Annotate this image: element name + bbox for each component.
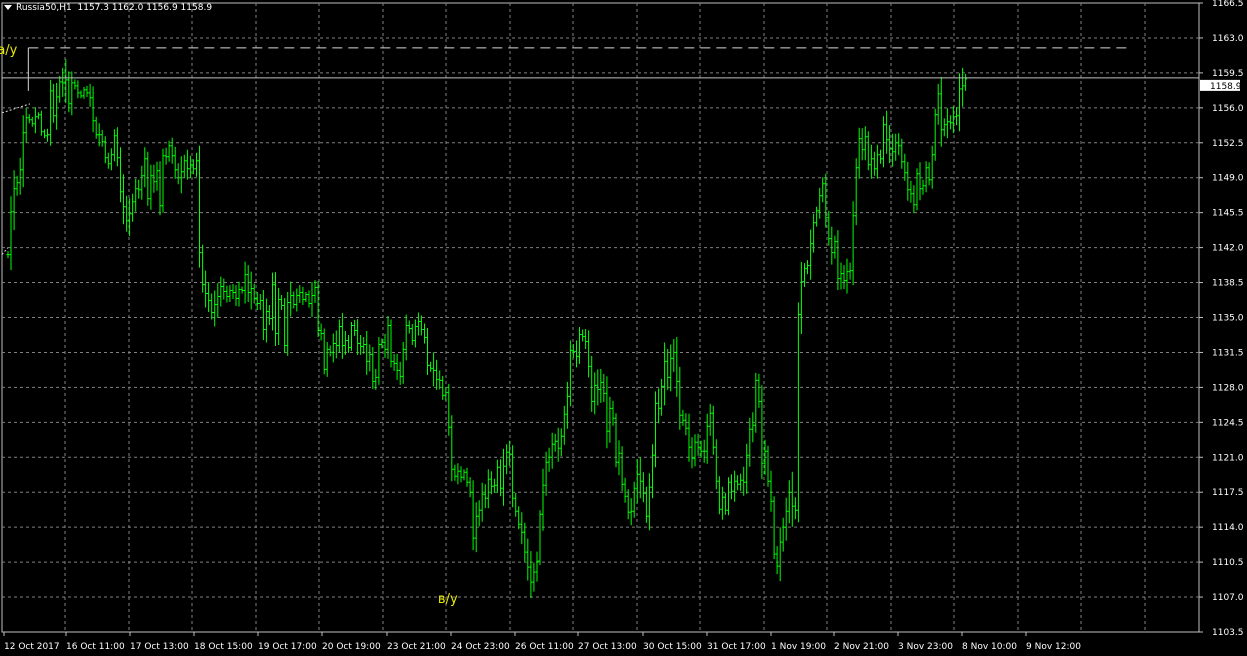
x-tick-label: 9 Nov 12:00 [1026,642,1081,652]
y-tick-label: 1121.0 [1212,453,1244,463]
y-tick-label: 1159.5 [1212,69,1244,79]
x-tick-label: 19 Oct 17:00 [258,642,317,652]
chart-background [0,0,1247,656]
x-tick-label: 20 Oct 19:00 [322,642,381,652]
x-tick-label: 17 Oct 13:00 [130,642,189,652]
y-tick-label: 1103.5 [1212,628,1244,638]
x-tick-label: 31 Oct 17:00 [707,642,766,652]
chart-header: Russia50,H1 1157.3 1162.0 1156.9 1158.9 [4,3,212,13]
y-tick-label: 1124.5 [1212,418,1244,428]
y-tick-label: 1135.0 [1212,314,1244,324]
y-tick-label: 1117.5 [1212,488,1244,498]
y-tick-label: 1110.5 [1212,558,1244,568]
x-tick-label: 8 Nov 10:00 [962,642,1017,652]
y-tick-label: 1166.5 [1212,0,1244,9]
current-price-label: 1158.9 [1210,82,1242,92]
y-tick-label: 1138.5 [1212,279,1244,289]
y-tick-label: 1145.5 [1212,209,1244,219]
x-tick-label: 3 Nov 23:00 [898,642,953,652]
x-tick-label: 26 Oct 11:00 [515,642,574,652]
y-tick-label: 1114.0 [1212,523,1244,533]
x-tick-label: 1 Nov 19:00 [771,642,826,652]
annotation-label: a/y [0,43,18,58]
price-chart[interactable]: a/y в/у 1166.5 1163.0 1159.5 1156.0 1152.5 114… [0,0,1247,656]
y-tick-label: 1131.5 [1212,348,1244,358]
y-tick-label: 1142.0 [1212,244,1244,254]
y-tick-label: 1128.0 [1212,383,1244,393]
menu-triangle-icon[interactable] [4,5,12,10]
ohlc-values: 1157.3 1162.0 1156.9 1158.9 [77,3,213,13]
y-tick-label: 1107.0 [1212,593,1244,603]
x-tick-label: 30 Oct 15:00 [643,642,702,652]
x-tick-label: 16 Oct 11:00 [66,642,125,652]
y-tick-label: 1163.0 [1212,34,1244,44]
y-tick-label: 1149.0 [1212,174,1244,184]
y-tick-label: 1156.0 [1212,104,1244,114]
x-tick-label: 24 Oct 23:00 [451,642,510,652]
annotation-label: в/у [438,592,458,607]
x-tick-label: 12 Oct 2017 [4,642,60,652]
x-tick-label: 18 Oct 15:00 [194,642,253,652]
x-tick-label: 23 Oct 21:00 [387,642,446,652]
y-tick-label: 1152.5 [1212,139,1244,149]
symbol-label: Russia50,H1 [16,3,72,13]
x-tick-label: 27 Oct 13:00 [578,642,637,652]
x-tick-label: 2 Nov 21:00 [834,642,889,652]
